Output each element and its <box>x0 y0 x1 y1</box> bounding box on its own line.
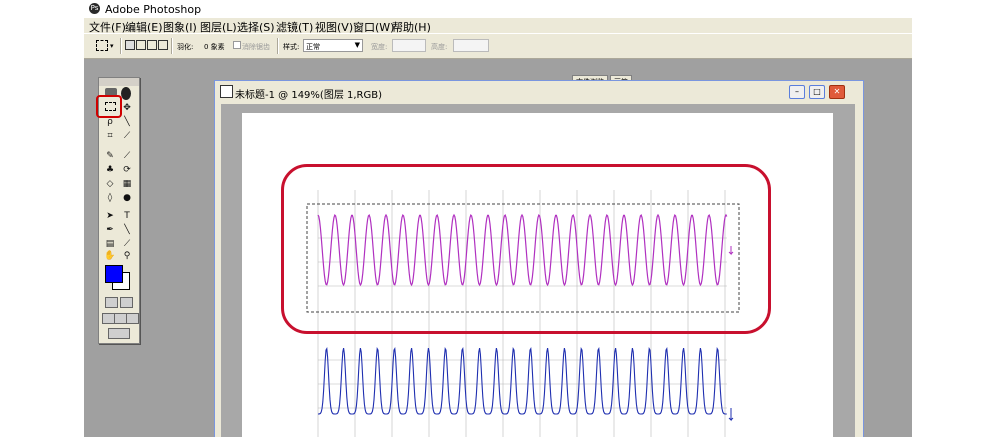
waveform-marker-bottom <box>728 408 734 422</box>
highlight-marquee-tool-annotation <box>96 95 122 118</box>
blue-waveform <box>318 347 727 415</box>
highlight-waveform-annotation <box>281 164 771 334</box>
